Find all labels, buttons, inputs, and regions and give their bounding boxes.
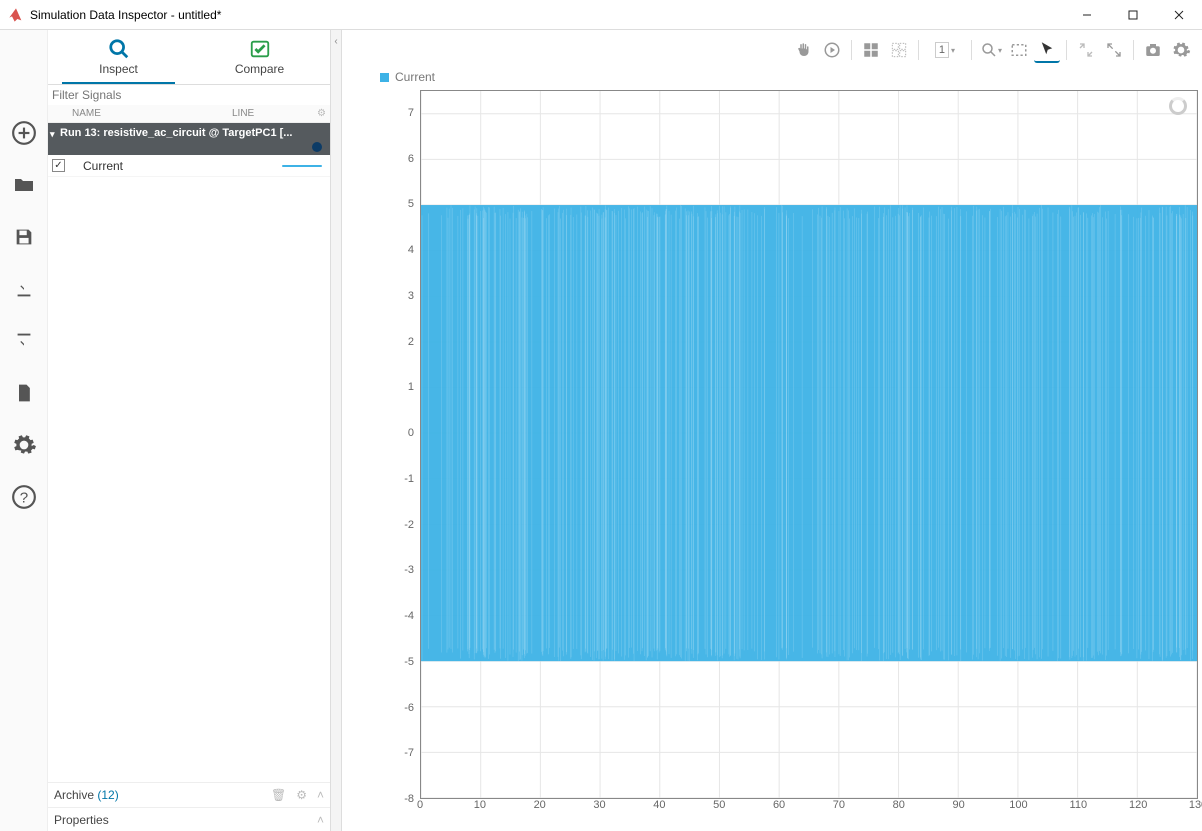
y-tick-label: -5 (404, 656, 414, 668)
plot-area: 1▾ ▾ Current -8 -7 -6 -5 -4 -3 -2 -1 0 1 2 3 4 5 6 7 0 1… (342, 30, 1202, 831)
settings-gear-icon[interactable] (11, 432, 37, 458)
fit-to-view-icon[interactable] (1006, 37, 1032, 63)
column-settings-icon[interactable]: ⚙ (317, 108, 326, 119)
x-tick-label: 60 (773, 799, 785, 811)
loading-spinner-icon (1169, 97, 1187, 115)
layout-grid-icon[interactable] (858, 37, 884, 63)
tab-compare-label: Compare (235, 62, 284, 76)
import-icon[interactable] (11, 276, 37, 302)
minimize-button[interactable] (1064, 0, 1110, 30)
plot-settings-icon[interactable] (1168, 37, 1194, 63)
signal-name: Current (83, 159, 123, 173)
close-button[interactable] (1156, 0, 1202, 30)
x-tick-label: 70 (833, 799, 845, 811)
column-headers: NAME LINE ⚙ (48, 105, 330, 123)
cursor-icon[interactable] (1034, 37, 1060, 63)
signal-row-current[interactable]: ✓ Current (48, 155, 330, 177)
signal-checkbox[interactable]: ✓ (52, 159, 65, 172)
signal-panel: Inspect Compare NAME LINE ⚙ ▾ Run 13: re… (48, 30, 330, 831)
maximize-button[interactable] (1110, 0, 1156, 30)
archive-row[interactable]: Archive (12) 🗑 ⚙ ˄ (48, 783, 330, 807)
archive-label: Archive (54, 788, 94, 802)
y-tick-label: 0 (408, 427, 414, 439)
x-tick-label: 0 (417, 799, 423, 811)
panel-collapser[interactable]: ‹ (330, 30, 342, 831)
filter-input[interactable] (48, 85, 330, 105)
properties-chevron-icon[interactable]: ˄ (317, 813, 324, 827)
folder-icon[interactable] (11, 172, 37, 198)
shrink-icon[interactable] (1073, 37, 1099, 63)
y-tick-label: -3 (404, 564, 414, 576)
archive-count: (12) (97, 788, 118, 802)
y-tick-label: 1 (408, 381, 414, 393)
x-tick-label: 50 (713, 799, 725, 811)
collapse-caret-icon[interactable]: ▾ (50, 129, 55, 140)
x-tick-label: 130 (1189, 799, 1202, 811)
play-icon[interactable] (819, 37, 845, 63)
help-icon[interactable]: ? (11, 484, 37, 510)
legend-swatch (380, 73, 389, 82)
y-tick-label: 5 (408, 198, 414, 210)
snapshot-icon[interactable] (1140, 37, 1166, 63)
archive-chevron-icon[interactable]: ˄ (317, 788, 324, 802)
expand-icon[interactable] (1101, 37, 1127, 63)
col-line: LINE (228, 108, 254, 119)
document-icon[interactable] (11, 380, 37, 406)
signal-line-preview (282, 165, 322, 167)
x-tick-label: 120 (1129, 799, 1147, 811)
col-name: NAME (68, 108, 228, 119)
plot-toolbar: 1▾ ▾ (791, 34, 1194, 66)
titlebar: Simulation Data Inspector - untitled* (0, 0, 1202, 30)
chart-legend: Current (380, 70, 435, 84)
y-tick-label: -7 (404, 747, 414, 759)
zoom-icon[interactable]: ▾ (978, 37, 1004, 63)
run-label: Run 13: resistive_ac_circuit @ TargetPC1… (60, 127, 292, 139)
left-toolbar: ? (0, 30, 48, 831)
x-tick-label: 90 (952, 799, 964, 811)
chart[interactable]: -8 -7 -6 -5 -4 -3 -2 -1 0 1 2 3 4 5 6 7 0 10 20 30 40 50 60 70… (380, 90, 1202, 815)
archive-gear-icon[interactable]: ⚙ (296, 788, 307, 802)
y-tick-label: 2 (408, 336, 414, 348)
x-tick-label: 20 (534, 799, 546, 811)
matlab-icon (8, 7, 24, 23)
tab-compare[interactable]: Compare (189, 30, 330, 84)
x-tick-label: 80 (893, 799, 905, 811)
tab-inspect-label: Inspect (99, 62, 138, 76)
subplot-index-dropdown[interactable]: 1▾ (925, 37, 965, 63)
y-tick-label: 4 (408, 244, 414, 256)
save-icon[interactable] (11, 224, 37, 250)
y-tick-label: 7 (408, 107, 414, 119)
window-title: Simulation Data Inspector - untitled* (30, 8, 1064, 22)
tab-inspect[interactable]: Inspect (48, 30, 189, 84)
properties-row[interactable]: Properties ˄ (48, 807, 330, 831)
run-header[interactable]: ▾ Run 13: resistive_ac_circuit @ TargetP… (48, 123, 330, 155)
y-tick-label: -4 (404, 610, 414, 622)
trash-icon[interactable]: 🗑 (271, 788, 286, 802)
y-tick-label: -6 (404, 702, 414, 714)
x-tick-label: 10 (474, 799, 486, 811)
y-tick-label: -8 (404, 793, 414, 805)
x-tick-label: 100 (1009, 799, 1027, 811)
y-tick-label: 3 (408, 290, 414, 302)
clear-subplot-icon[interactable] (886, 37, 912, 63)
pan-hand-icon[interactable] (791, 37, 817, 63)
x-tick-label: 30 (593, 799, 605, 811)
x-tick-label: 40 (653, 799, 665, 811)
svg-text:?: ? (19, 489, 27, 506)
add-icon[interactable] (11, 120, 37, 146)
run-status-dot (312, 142, 322, 152)
y-tick-label: -1 (404, 473, 414, 485)
properties-label: Properties (54, 813, 109, 827)
x-tick-label: 110 (1070, 799, 1088, 811)
legend-label: Current (395, 70, 435, 84)
export-icon[interactable] (11, 328, 37, 354)
y-tick-label: -2 (404, 519, 414, 531)
y-tick-label: 6 (408, 153, 414, 165)
